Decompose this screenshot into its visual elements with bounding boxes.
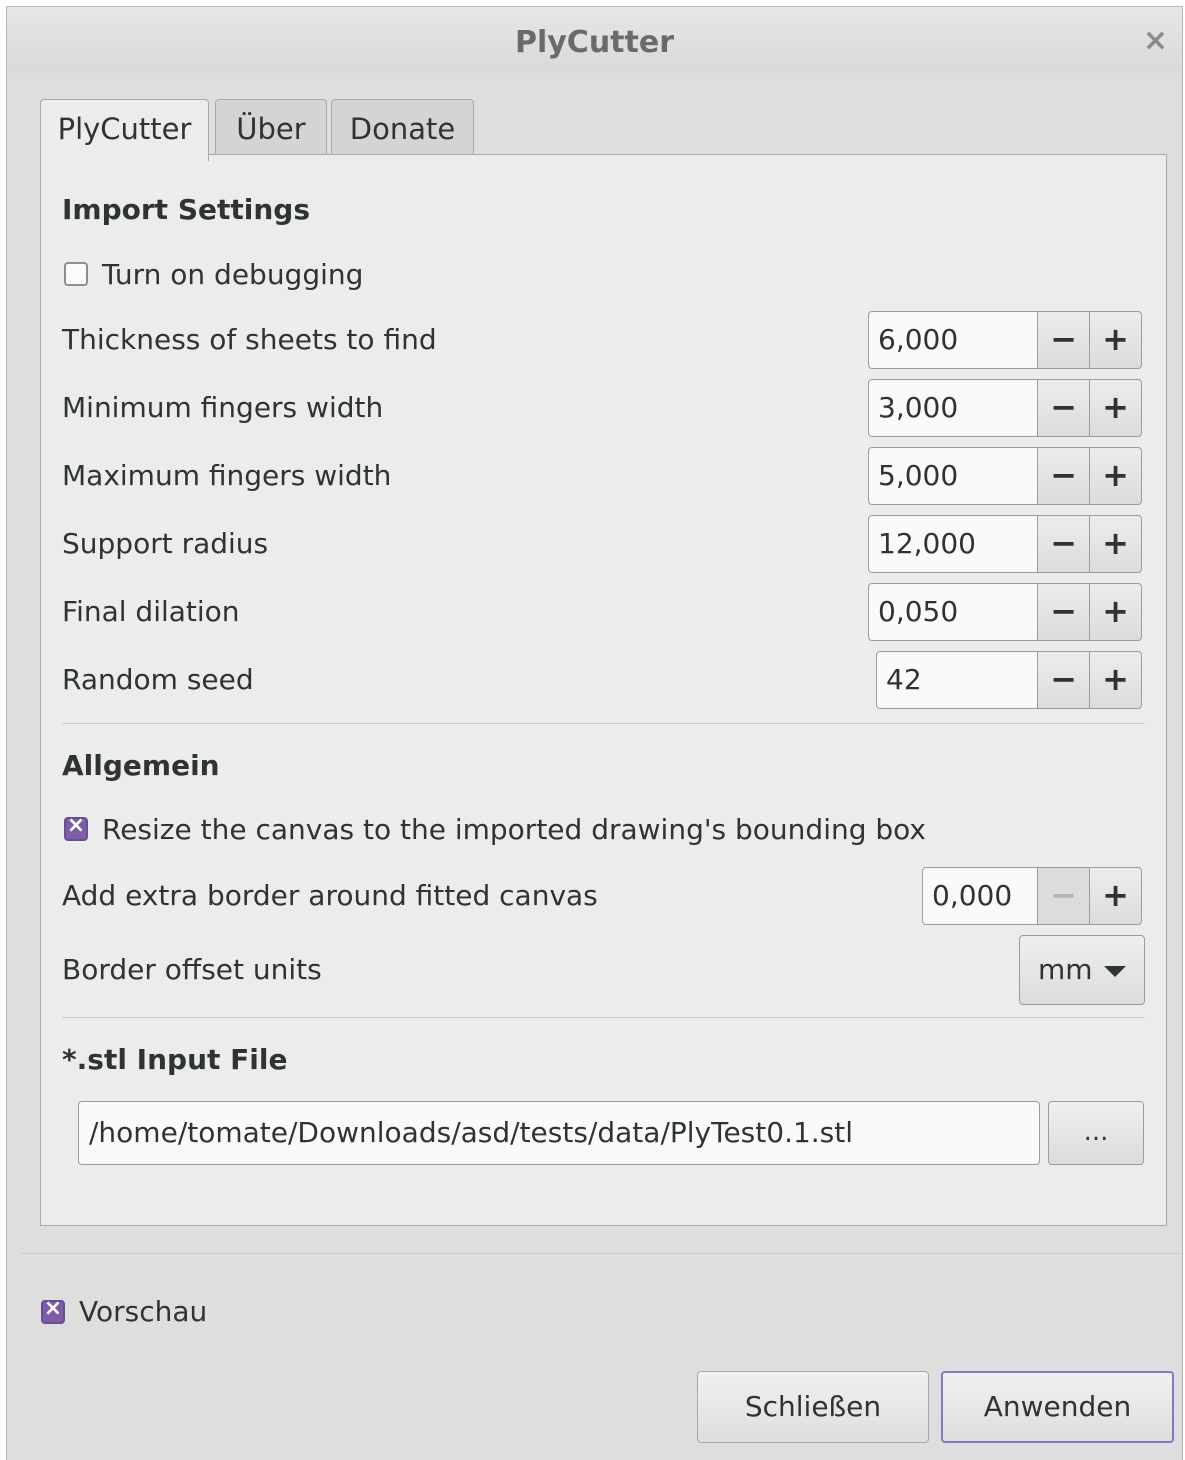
thickness-spinbox: 6,000 − + [868, 311, 1142, 369]
min-fingers-decrement-button[interactable]: − [1038, 379, 1090, 437]
thickness-increment-button[interactable]: + [1090, 311, 1142, 369]
random-seed-decrement-button[interactable]: − [1038, 651, 1090, 709]
general-heading: Allgemein [62, 749, 220, 782]
final-dilation-input[interactable]: 0,050 [868, 583, 1038, 641]
window-title: PlyCutter [514, 25, 675, 60]
support-radius-label: Support radius [62, 527, 269, 560]
input-file-path-field[interactable]: /home/tomate/Downloads/asd/tests/data/Pl… [78, 1101, 1040, 1165]
final-dilation-decrement-button[interactable]: − [1038, 583, 1090, 641]
border-units-value: mm [1038, 953, 1093, 986]
title-bar: PlyCutter × [7, 7, 1182, 73]
close-icon[interactable]: × [1143, 23, 1168, 58]
tab-about[interactable]: Über [215, 99, 327, 159]
import-settings-heading: Import Settings [62, 193, 310, 226]
dropdown-arrow-icon [1104, 966, 1126, 977]
thickness-decrement-button[interactable]: − [1038, 311, 1090, 369]
random-seed-label: Random seed [62, 663, 254, 696]
final-dilation-label: Final dilation [62, 595, 240, 628]
support-radius-increment-button[interactable]: + [1090, 515, 1142, 573]
max-fingers-decrement-button[interactable]: − [1038, 447, 1090, 505]
random-seed-input[interactable]: 42 [876, 651, 1038, 709]
thickness-label: Thickness of sheets to find [62, 323, 437, 356]
close-button[interactable]: Schließen [697, 1371, 929, 1443]
thickness-input[interactable]: 6,000 [868, 311, 1038, 369]
tab-donate[interactable]: Donate [331, 99, 474, 159]
final-dilation-increment-button[interactable]: + [1090, 583, 1142, 641]
section-divider [62, 1017, 1145, 1018]
support-radius-input[interactable]: 12,000 [868, 515, 1038, 573]
max-fingers-input[interactable]: 5,000 [868, 447, 1038, 505]
apply-button[interactable]: Anwenden [941, 1371, 1174, 1443]
max-fingers-spinbox: 5,000 − + [868, 447, 1142, 505]
min-fingers-spinbox: 3,000 − + [868, 379, 1142, 437]
tab-panel: Import Settings Turn on debugging Thickn… [40, 154, 1167, 1226]
support-radius-spinbox: 12,000 − + [868, 515, 1142, 573]
extra-border-increment-button[interactable]: + [1090, 867, 1142, 925]
border-units-select[interactable]: mm [1019, 935, 1145, 1005]
min-fingers-increment-button[interactable]: + [1090, 379, 1142, 437]
max-fingers-label: Maximum fingers width [62, 459, 392, 492]
support-radius-decrement-button[interactable]: − [1038, 515, 1090, 573]
extra-border-decrement-button[interactable]: − [1038, 867, 1090, 925]
extra-border-input[interactable]: 0,000 [922, 867, 1038, 925]
max-fingers-increment-button[interactable]: + [1090, 447, 1142, 505]
random-seed-spinbox: 42 − + [876, 651, 1142, 709]
random-seed-increment-button[interactable]: + [1090, 651, 1142, 709]
min-fingers-input[interactable]: 3,000 [868, 379, 1038, 437]
final-dilation-spinbox: 0,050 − + [868, 583, 1142, 641]
footer-divider [21, 1253, 1182, 1254]
plycutter-dialog: PlyCutter × PlyCutter Über Donate Import… [6, 6, 1183, 1460]
input-file-heading: *.stl Input File [62, 1043, 288, 1076]
extra-border-label: Add extra border around fitted canvas [62, 879, 598, 912]
preview-checkbox[interactable] [41, 1296, 65, 1324]
browse-button[interactable]: ... [1048, 1101, 1144, 1165]
extra-border-spinbox: 0,000 − + [922, 867, 1142, 925]
resize-canvas-label: Resize the canvas to the imported drawin… [102, 813, 927, 846]
preview-label: Vorschau [79, 1295, 208, 1328]
debugging-checkbox[interactable] [64, 262, 88, 286]
min-fingers-label: Minimum fingers width [62, 391, 384, 424]
debugging-label: Turn on debugging [102, 258, 364, 291]
section-divider [62, 723, 1145, 724]
border-units-label: Border offset units [62, 953, 322, 986]
tab-plycutter[interactable]: PlyCutter [40, 99, 209, 161]
resize-canvas-checkbox[interactable] [64, 813, 88, 841]
